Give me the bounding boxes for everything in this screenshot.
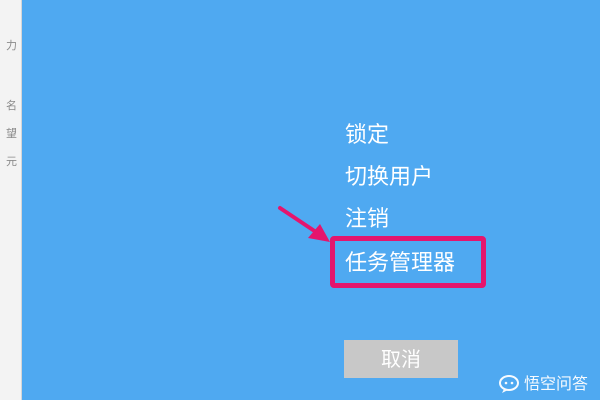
ghost-char: 望 bbox=[6, 127, 17, 140]
cancel-button[interactable]: 取消 bbox=[344, 340, 458, 378]
background-window-strip: 力 名 望 元 bbox=[0, 0, 22, 400]
security-options-screen: 锁定 切换用户 注销 任务管理器 取消 悟空问答 bbox=[22, 0, 600, 400]
chat-bubble-icon bbox=[498, 375, 519, 393]
watermark-text: 悟空问答 bbox=[523, 374, 588, 393]
ghost-char: 元 bbox=[6, 155, 17, 168]
menu-item-switch-user[interactable]: 切换用户 bbox=[345, 164, 433, 192]
menu-item-sign-out[interactable]: 注销 bbox=[345, 206, 389, 234]
ghost-char: 力 bbox=[6, 39, 17, 52]
highlight-box bbox=[330, 236, 486, 288]
arrow-icon bbox=[278, 206, 330, 242]
ghost-char: 名 bbox=[6, 99, 17, 112]
watermark: 悟空问答 bbox=[498, 374, 588, 394]
menu-item-lock[interactable]: 锁定 bbox=[345, 122, 389, 150]
